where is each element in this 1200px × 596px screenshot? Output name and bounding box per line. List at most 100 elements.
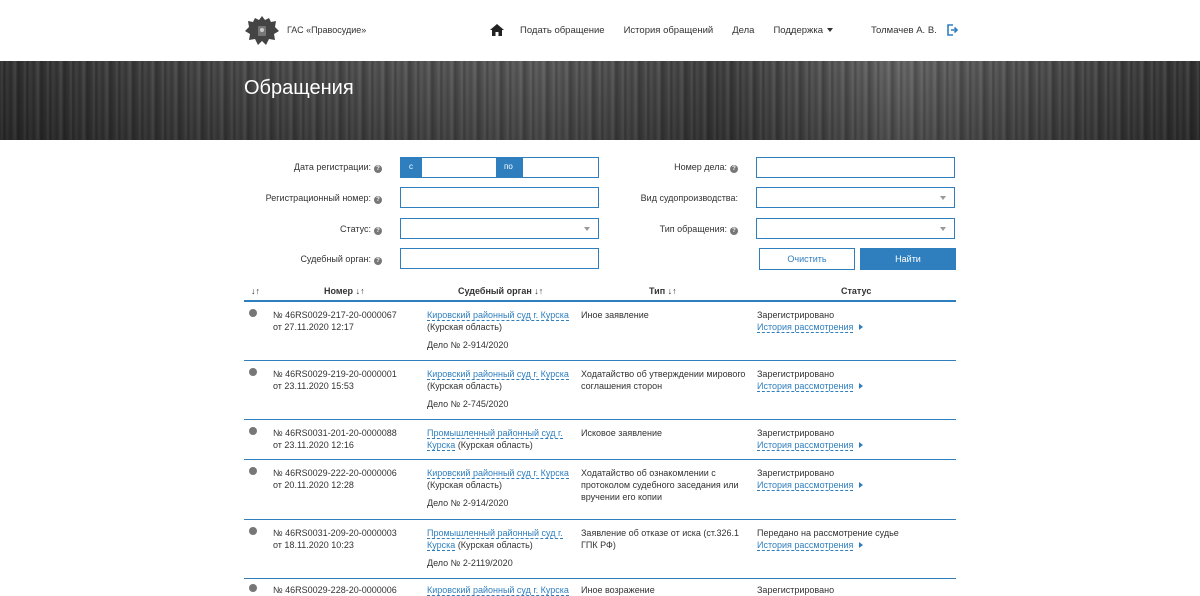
reg-date-label-text: Дата регистрации: [293, 162, 371, 172]
sort-icon: ↓↑ [355, 286, 365, 296]
column-court[interactable]: Судебный орган ↓↑ [458, 286, 543, 296]
sort-icon[interactable]: ↓↑ [251, 286, 260, 296]
reg-number-input[interactable] [400, 187, 599, 208]
history-link[interactable]: История рассмотрения [757, 381, 854, 392]
table-row[interactable]: № 46RS0029-222-20-0000006 от 20.11.2020 1… [244, 460, 956, 520]
appeal-type: Ходатайство об утверждении мирового согл… [581, 369, 746, 391]
help-icon[interactable]: ? [374, 196, 382, 204]
help-icon[interactable]: ? [730, 227, 738, 235]
status-text: Зарегистрировано [757, 369, 835, 379]
table-row[interactable]: № 46RS0029-219-20-0000001 от 23.11.2020 1… [244, 361, 956, 420]
status-label-text: Статус: [340, 224, 371, 234]
column-number-label: Номер [324, 286, 354, 296]
history-link[interactable]: История рассмотрения [757, 480, 854, 491]
date-from-input[interactable] [423, 158, 495, 177]
play-arrow-icon[interactable] [859, 442, 864, 448]
appeal-number: № 46RS0029-222-20-0000006 [273, 468, 397, 478]
status-select[interactable] [400, 218, 599, 239]
nav-support-dropdown[interactable]: Поддержка [773, 24, 834, 36]
history-link[interactable]: История рассмотрения [757, 440, 854, 451]
chevron-down-icon [940, 196, 946, 200]
coat-of-arms-icon[interactable] [243, 12, 281, 50]
reg-date-label: Дата регистрации:? [294, 162, 382, 173]
proceeding-type-select[interactable] [756, 187, 955, 208]
logout-icon[interactable] [946, 24, 958, 36]
main-nav: Подать обращение История обращений Дела … [490, 24, 852, 36]
play-arrow-icon[interactable] [859, 482, 864, 488]
status-dot-icon [249, 368, 257, 376]
court-cell: Кировский районный суд г. Курска (Курская… [427, 467, 577, 509]
help-icon[interactable]: ? [374, 257, 382, 265]
status-cell: Зарегистрировано История рассмотрения [757, 368, 952, 392]
history-link[interactable]: История рассмотрения [757, 322, 854, 333]
appeal-number-cell: № 46RS0029-217-20-0000067 от 27.11.2020 1… [273, 309, 413, 333]
status-dot-icon [249, 309, 257, 317]
status-text: Зарегистрировано [757, 428, 835, 438]
appeal-date: от 23.11.2020 15:53 [273, 381, 354, 391]
sort-icon: ↓↑ [667, 286, 677, 296]
top-header: ГАС «Правосудие» Подать обращение Истори… [0, 0, 1200, 61]
court-region: (Курская область) [457, 440, 533, 450]
nav-support-label: Поддержка [773, 24, 824, 36]
appeal-type: Исковое заявление [581, 428, 663, 438]
find-button[interactable]: Найти [860, 248, 956, 270]
help-icon[interactable]: ? [730, 165, 738, 173]
court-link[interactable]: Кировский районный суд г. Курска [427, 310, 569, 321]
table-row[interactable]: № 46RS0029-217-20-0000067 от 27.11.2020 1… [244, 302, 956, 361]
appeal-number: № 46RS0029-219-20-0000001 [273, 369, 397, 379]
court-link[interactable]: Кировский районный суд г. Курска [427, 468, 569, 479]
history-link[interactable]: История рассмотрения [757, 540, 854, 551]
appeal-date: от 20.11.2020 12:28 [273, 480, 354, 490]
table-row[interactable]: № 46RS0029-228-20-0000006 Кировский райо… [244, 579, 956, 596]
case-number: Дело № 2-914/2020 [427, 340, 509, 350]
status-text: Зарегистрировано [757, 310, 835, 320]
clear-button[interactable]: Очистить [759, 248, 855, 270]
court-label: Судебный орган:? [300, 254, 382, 265]
court-link[interactable]: Кировский районный суд г. Курска [427, 585, 569, 596]
nav-appeal-history[interactable]: История обращений [624, 25, 714, 36]
home-icon[interactable] [490, 24, 504, 36]
status-text: Зарегистрировано [757, 468, 835, 478]
help-icon[interactable]: ? [374, 165, 382, 173]
case-number: Дело № 2-914/2020 [427, 498, 509, 508]
status-label: Статус:? [340, 224, 382, 235]
court-input[interactable] [400, 248, 599, 269]
court-link[interactable]: Кировский районный суд г. Курска [427, 369, 569, 380]
reg-number-label-text: Регистрационный номер: [265, 193, 371, 203]
date-to-input[interactable] [524, 158, 598, 177]
status-cell: Зарегистрировано История рассмотрения [757, 427, 952, 451]
appeal-date: от 27.11.2020 12:17 [273, 322, 354, 332]
app-title[interactable]: ГАС «Правосудие» [287, 25, 366, 35]
help-icon[interactable]: ? [374, 227, 382, 235]
proceeding-type-label: Вид судопроизводства: [641, 193, 738, 203]
chevron-down-icon [584, 227, 590, 231]
appeal-number: № 46RS0029-228-20-0000006 [273, 585, 397, 595]
status-dot-icon [249, 427, 257, 435]
table-row[interactable]: № 46RS0031-209-20-0000003 от 18.11.2020 1… [244, 520, 956, 579]
appeal-type-label: Тип обращения:? [660, 224, 738, 235]
case-number-input[interactable] [756, 157, 955, 178]
appeal-type-select[interactable] [756, 218, 955, 239]
chevron-down-icon [940, 227, 946, 231]
appeal-type: Заявление об отказе от иска (ст.326.1 ГП… [581, 528, 740, 550]
column-type[interactable]: Тип ↓↑ [649, 286, 677, 296]
appeal-number: № 46RS0029-217-20-0000067 [273, 310, 397, 320]
court-cell: Кировский районный суд г. Курска (Курская… [427, 368, 577, 410]
table-header: ↓↑ Номер ↓↑ Судебный орган ↓↑ Тип ↓↑ Ста… [244, 281, 956, 302]
play-arrow-icon[interactable] [859, 542, 864, 548]
page-title: Обращения [244, 77, 354, 99]
column-number[interactable]: Номер ↓↑ [324, 286, 365, 296]
play-arrow-icon[interactable] [859, 324, 864, 330]
nav-submit-appeal[interactable]: Подать обращение [520, 25, 605, 36]
case-number-label: Номер дела:? [674, 162, 738, 173]
case-number-label-text: Номер дела: [674, 162, 727, 172]
nav-cases[interactable]: Дела [732, 25, 754, 36]
court-label-text: Судебный орган: [300, 254, 371, 264]
play-arrow-icon[interactable] [859, 383, 864, 389]
table-row[interactable]: № 46RS0031-201-20-0000088 от 23.11.2020 1… [244, 420, 956, 460]
user-name[interactable]: Толмачев А. В. [871, 25, 937, 36]
appeal-number-cell: № 46RS0029-222-20-0000006 от 20.11.2020 1… [273, 467, 413, 491]
chevron-down-icon [827, 27, 834, 32]
status-dot-icon [249, 584, 257, 592]
date-to-addon: по [496, 158, 523, 177]
